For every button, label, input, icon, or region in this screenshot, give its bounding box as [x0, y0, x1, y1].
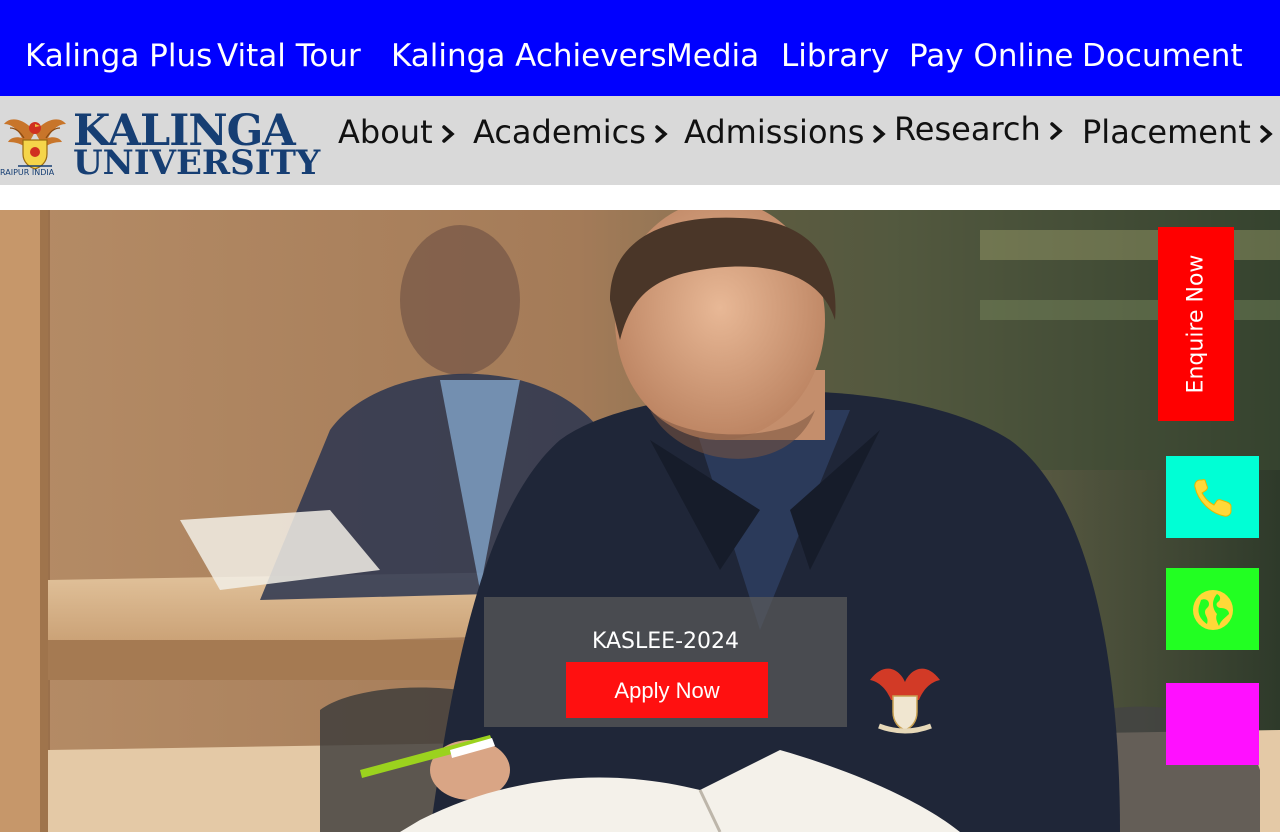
- topbar-link-library[interactable]: Library: [781, 36, 889, 76]
- topbar-link-media[interactable]: Media: [666, 36, 759, 76]
- main-navigation: KALINGA UNIVERSITY RAIPUR INDIA About Ac…: [0, 96, 1280, 185]
- nav-item-about[interactable]: About: [338, 112, 457, 152]
- topbar-link-vital-tour[interactable]: Vital Tour: [217, 36, 361, 76]
- nav-item-admissions[interactable]: Admissions: [684, 112, 888, 152]
- chevron-right-icon: [655, 125, 668, 143]
- topbar-link-pay-online[interactable]: Pay Online: [909, 36, 1074, 76]
- enquire-now-label: Enquire Now: [1183, 254, 1209, 394]
- nav-item-placement[interactable]: Placement: [1082, 112, 1275, 152]
- globe-icon: [1193, 590, 1233, 630]
- chevron-right-icon: [441, 125, 455, 143]
- admission-cta-box: KASLEE-2024 Apply Now: [484, 597, 847, 727]
- phone-button[interactable]: [1166, 456, 1259, 538]
- nav-item-label: Admissions: [684, 113, 865, 151]
- nav-item-label: Placement: [1082, 113, 1251, 151]
- logo-wordmark-bottom: UNIVERSITY: [73, 143, 321, 183]
- chevron-right-icon: [873, 125, 887, 143]
- topbar-link-kalinga-achievers[interactable]: Kalinga Achievers: [391, 36, 667, 76]
- hero-banner-image: KASLEE-2024 Apply Now: [0, 210, 1280, 832]
- university-logo[interactable]: KALINGA UNIVERSITY RAIPUR INDIA: [0, 106, 330, 183]
- chevron-right-icon: [1260, 125, 1273, 143]
- social-button[interactable]: [1166, 683, 1259, 765]
- hero-photo: [0, 210, 1280, 832]
- logo-tagline: RAIPUR INDIA: [0, 168, 55, 177]
- topbar-link-kalinga-plus[interactable]: Kalinga Plus: [25, 36, 212, 76]
- cta-title: KASLEE-2024: [591, 629, 740, 654]
- nav-item-label: Academics: [473, 113, 646, 151]
- topbar-link-document[interactable]: Document: [1082, 36, 1243, 76]
- top-links-bar: Kalinga Plus Vital Tour Kalinga Achiever…: [0, 0, 1280, 96]
- nav-item-academics[interactable]: Academics: [473, 112, 670, 152]
- eagle-emblem-icon: [4, 119, 66, 170]
- enquire-now-tab[interactable]: Enquire Now: [1158, 227, 1234, 421]
- apply-now-button[interactable]: Apply Now: [566, 662, 768, 718]
- phone-icon: [1194, 479, 1232, 517]
- website-button[interactable]: [1166, 568, 1259, 650]
- nav-item-label: About: [338, 113, 433, 151]
- nav-item-research[interactable]: Research: [894, 109, 1065, 149]
- chevron-right-icon: [1050, 122, 1063, 140]
- nav-item-label: Research: [894, 110, 1041, 148]
